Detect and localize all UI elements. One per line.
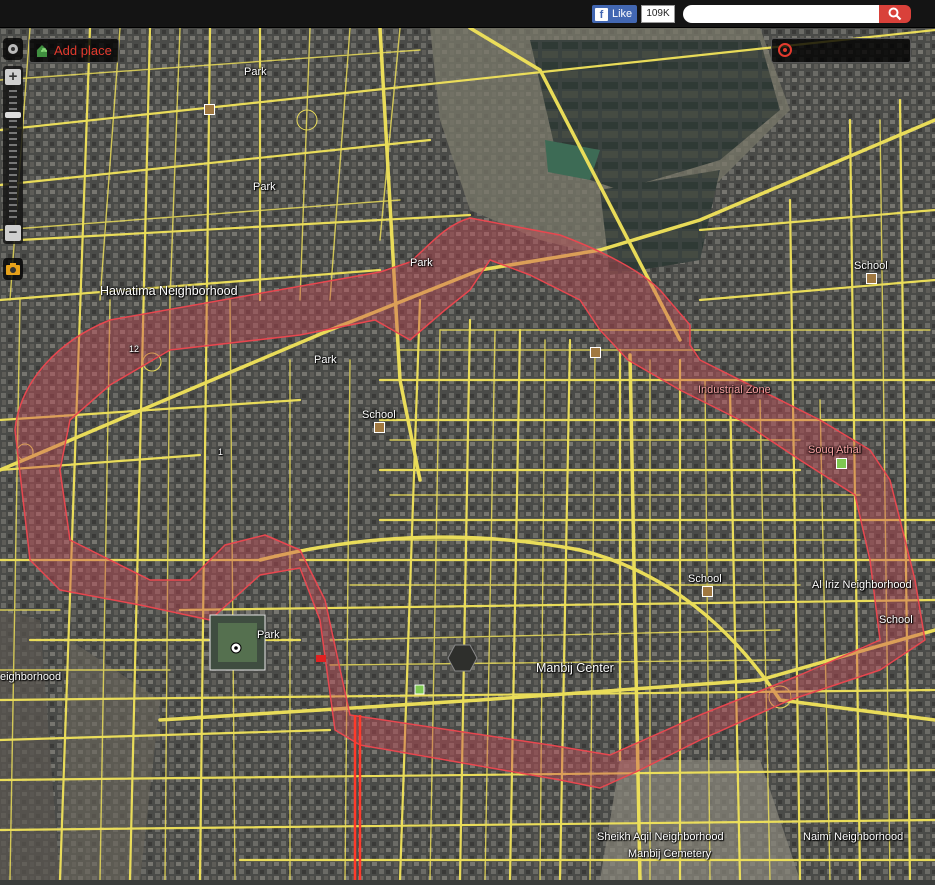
zoom-out-button[interactable]: −	[5, 225, 21, 241]
park-icon[interactable]	[590, 347, 601, 358]
label-naimi: Naimi Neighborhood	[803, 831, 904, 843]
label-industrial-zone: Industrial Zone	[698, 384, 771, 396]
poi-red-marker	[316, 655, 326, 662]
label-al-iriz: Al Iriz Neighborhood	[812, 579, 912, 591]
school-icon[interactable]	[702, 586, 713, 597]
soccer-ball-icon	[230, 642, 242, 654]
camera-button[interactable]	[3, 258, 23, 280]
stadium	[209, 614, 266, 671]
add-place-label: Add place	[54, 43, 112, 58]
label-park-1: Park	[244, 66, 267, 78]
label-hawatima: Hawatima Neighborhood	[100, 284, 238, 298]
search-icon	[888, 7, 902, 21]
add-place-button[interactable]: Add place	[29, 38, 119, 63]
label-road-number-12: 12	[129, 344, 140, 354]
locate-button[interactable]	[3, 38, 23, 60]
poi-green-marker	[414, 684, 425, 695]
label-neighborhood-left: eighborhood	[0, 671, 62, 683]
label-road-number-1: 1	[218, 447, 224, 457]
label-manbij-center: Manbij Center	[536, 661, 614, 675]
facebook-like-button[interactable]: f Like	[592, 5, 638, 23]
park-icon[interactable]	[204, 104, 215, 115]
label-sheikh-aqil: Sheikh Aqil Neighborhood	[597, 831, 724, 843]
camera-icon	[6, 263, 20, 275]
market-icon[interactable]	[836, 458, 847, 469]
label-park-2: Park	[253, 181, 276, 193]
label-park-3: Park	[410, 257, 433, 269]
hexagon-building	[447, 644, 478, 672]
search-input[interactable]	[683, 5, 879, 23]
label-park-4: Park	[314, 354, 337, 366]
like-label: Like	[612, 8, 633, 20]
label-school-1: School	[362, 409, 396, 421]
like-count: 109K	[641, 5, 675, 23]
locate-icon	[8, 44, 18, 54]
school-icon[interactable]	[374, 422, 385, 433]
label-park-5: Park	[257, 629, 280, 641]
label-school-3: School	[688, 573, 722, 585]
label-souq-athal: Souq Athal	[808, 444, 862, 456]
facebook-icon: f	[595, 7, 608, 21]
zoom-control: + −	[3, 66, 23, 244]
target-icon	[778, 43, 792, 57]
search-button[interactable]	[879, 5, 911, 23]
label-manbij-cemetery: Manbij Cemetery	[628, 848, 712, 860]
label-school-4: School	[879, 614, 913, 626]
zoom-in-button[interactable]: +	[5, 69, 21, 85]
zoom-slider-handle[interactable]	[5, 112, 21, 118]
zoom-slider[interactable]	[9, 90, 17, 220]
satellite-map[interactable]	[0, 0, 935, 882]
add-place-icon	[37, 44, 47, 57]
right-tool-panel[interactable]	[771, 38, 911, 63]
school-icon[interactable]	[866, 273, 877, 284]
top-bar: f Like 109K	[0, 0, 935, 28]
label-school-2: School	[854, 260, 888, 272]
